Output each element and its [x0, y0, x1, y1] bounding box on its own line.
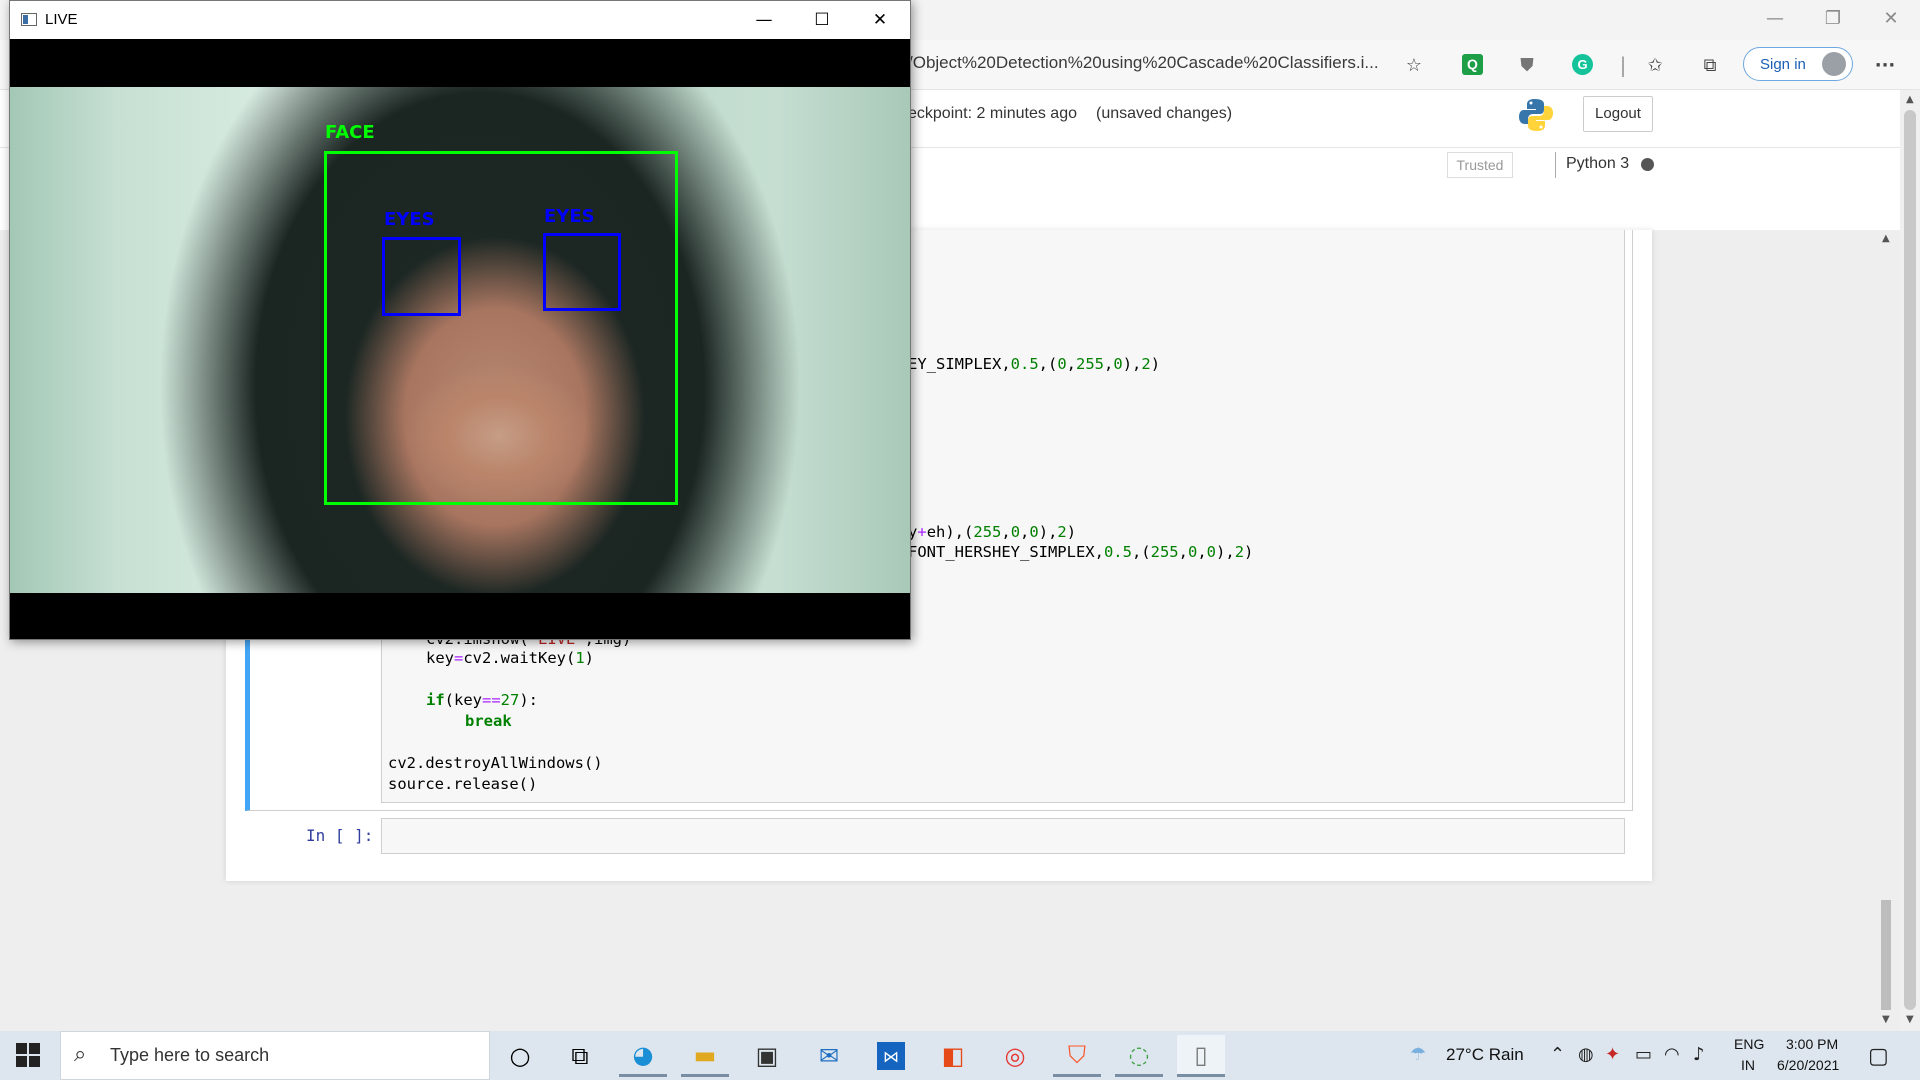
brave-icon[interactable]: ⛉ — [1053, 1035, 1101, 1077]
notification-center-icon[interactable]: ▢ — [1868, 1044, 1889, 1069]
page-scrollbar-thumb[interactable] — [1904, 110, 1916, 1010]
browser-minimize-button[interactable]: — — [1760, 6, 1790, 32]
right-eye-box — [543, 233, 621, 311]
windows-start-icon[interactable] — [16, 1043, 40, 1067]
live-video-window[interactable]: LIVE — ☐ ✕ FACE EYES EYES — [9, 0, 911, 640]
search-placeholder[interactable]: Type here to search — [110, 1045, 269, 1066]
volume-icon[interactable]: ♪ — [1693, 1044, 1705, 1065]
notebook-scroll-down-icon[interactable]: ▼ — [1882, 1014, 1890, 1025]
vs-code-icon[interactable]: ⋈ — [867, 1035, 915, 1077]
language-region[interactable]: IN — [1741, 1057, 1755, 1073]
live-title-bar[interactable]: LIVE — ☐ ✕ — [10, 1, 910, 39]
task-view-icon[interactable]: ⧉ — [556, 1035, 604, 1077]
toolbar-separator: | — [1619, 53, 1627, 77]
browser-restore-button[interactable]: ❐ — [1818, 6, 1848, 32]
search-icon: ⌕ — [74, 1042, 87, 1067]
notification-tray-icon[interactable]: ✦ — [1605, 1044, 1620, 1065]
cortana-icon[interactable]: ○ — [496, 1035, 544, 1077]
grammarly-icon[interactable]: G — [1572, 54, 1593, 75]
live-window-title: LIVE — [45, 11, 78, 28]
clock-time[interactable]: 3:00 PM — [1786, 1036, 1838, 1052]
browser-close-button[interactable]: ✕ — [1876, 6, 1906, 32]
spinner-app-icon[interactable]: ◌ — [1115, 1035, 1163, 1077]
live-maximize-button[interactable]: ☐ — [802, 7, 842, 33]
collections-icon[interactable]: ⧉ — [1695, 50, 1725, 80]
battery-icon[interactable]: ▭ — [1635, 1044, 1652, 1065]
empty-cell-prompt: In [ ]: — [306, 826, 374, 845]
wifi-icon[interactable]: ◠ — [1664, 1044, 1680, 1065]
checkpoint-status: eckpoint: 2 minutes ago — [908, 105, 1077, 122]
code-line: y+eh),(255,0,0),2) — [908, 523, 1077, 541]
clock-date[interactable]: 6/20/2021 — [1777, 1057, 1839, 1073]
notepad-icon[interactable]: ▯ — [1177, 1035, 1225, 1077]
unsaved-status: (unsaved changes) — [1096, 105, 1233, 122]
q-extension-icon[interactable]: Q — [1462, 54, 1483, 75]
mail-icon[interactable]: ✉ — [805, 1035, 853, 1077]
face-detection-box — [324, 151, 678, 505]
trusted-indicator[interactable]: Trusted — [1447, 152, 1513, 178]
kernel-status-icon — [1641, 158, 1654, 171]
code-line: key=cv2.waitKey(1) — [426, 649, 595, 667]
logout-button[interactable]: Logout — [1583, 96, 1653, 132]
python-logo-icon — [1519, 99, 1553, 131]
scroll-down-arrow-icon[interactable]: ▼ — [1906, 1014, 1914, 1025]
weather-text[interactable]: 27°C Rain — [1446, 1045, 1524, 1065]
file-explorer-icon[interactable]: ▬ — [681, 1035, 729, 1077]
opera-icon[interactable]: ◎ — [991, 1035, 1039, 1077]
sign-in-button[interactable]: Sign in — [1743, 47, 1853, 81]
face-label: FACE — [325, 122, 375, 143]
notebook-scroll-up-icon[interactable]: ▲ — [1882, 233, 1890, 244]
office-icon[interactable]: ◧ — [929, 1035, 977, 1077]
code-line: cv2.destroyAllWindows() — [388, 754, 603, 772]
security-tray-icon[interactable]: ◍ — [1578, 1044, 1594, 1065]
left-eye-label: EYES — [384, 209, 435, 230]
left-eye-box — [382, 237, 461, 316]
live-close-button[interactable]: ✕ — [860, 7, 900, 33]
avatar — [1822, 52, 1846, 76]
right-eye-label: EYES — [544, 206, 595, 227]
more-options-icon[interactable]: ··· — [1870, 50, 1900, 80]
code-line: if(key==27): — [426, 691, 539, 709]
code-line: EY_SIMPLEX,0.5,(0,255,0),2) — [908, 355, 1161, 373]
weather-icon[interactable]: ☂ — [1410, 1044, 1426, 1065]
show-hidden-icons-icon[interactable]: ⌃ — [1550, 1044, 1565, 1065]
shield-extension-icon[interactable]: ⛊ — [1512, 50, 1542, 80]
kernel-separator — [1555, 152, 1556, 178]
scroll-up-arrow-icon[interactable]: ▲ — [1906, 94, 1914, 105]
code-line: FONT_HERSHEY_SIMPLEX,0.5,(255,0,0),2) — [908, 543, 1254, 561]
notebook-scrollbar-thumb[interactable] — [1881, 900, 1891, 1010]
favorites-icon[interactable]: ✩ — [1640, 50, 1670, 80]
add-favorite-icon[interactable]: ☆ — [1399, 50, 1429, 80]
empty-code-cell[interactable] — [381, 818, 1625, 854]
edge-icon[interactable]: ◕ — [619, 1035, 667, 1077]
live-minimize-button[interactable]: — — [744, 7, 784, 33]
sign-in-label: Sign in — [1760, 56, 1806, 73]
app-window-icon — [21, 13, 37, 26]
url-text[interactable]: /Object%20Detection%20using%20Cascade%20… — [908, 53, 1379, 73]
store-icon[interactable]: ▣ — [743, 1035, 791, 1077]
camera-frame: FACE EYES EYES — [10, 87, 910, 593]
code-line: source.release() — [388, 775, 538, 793]
language-code[interactable]: ENG — [1734, 1036, 1764, 1052]
kernel-name[interactable]: Python 3 — [1566, 155, 1629, 173]
code-line: break — [465, 712, 512, 730]
